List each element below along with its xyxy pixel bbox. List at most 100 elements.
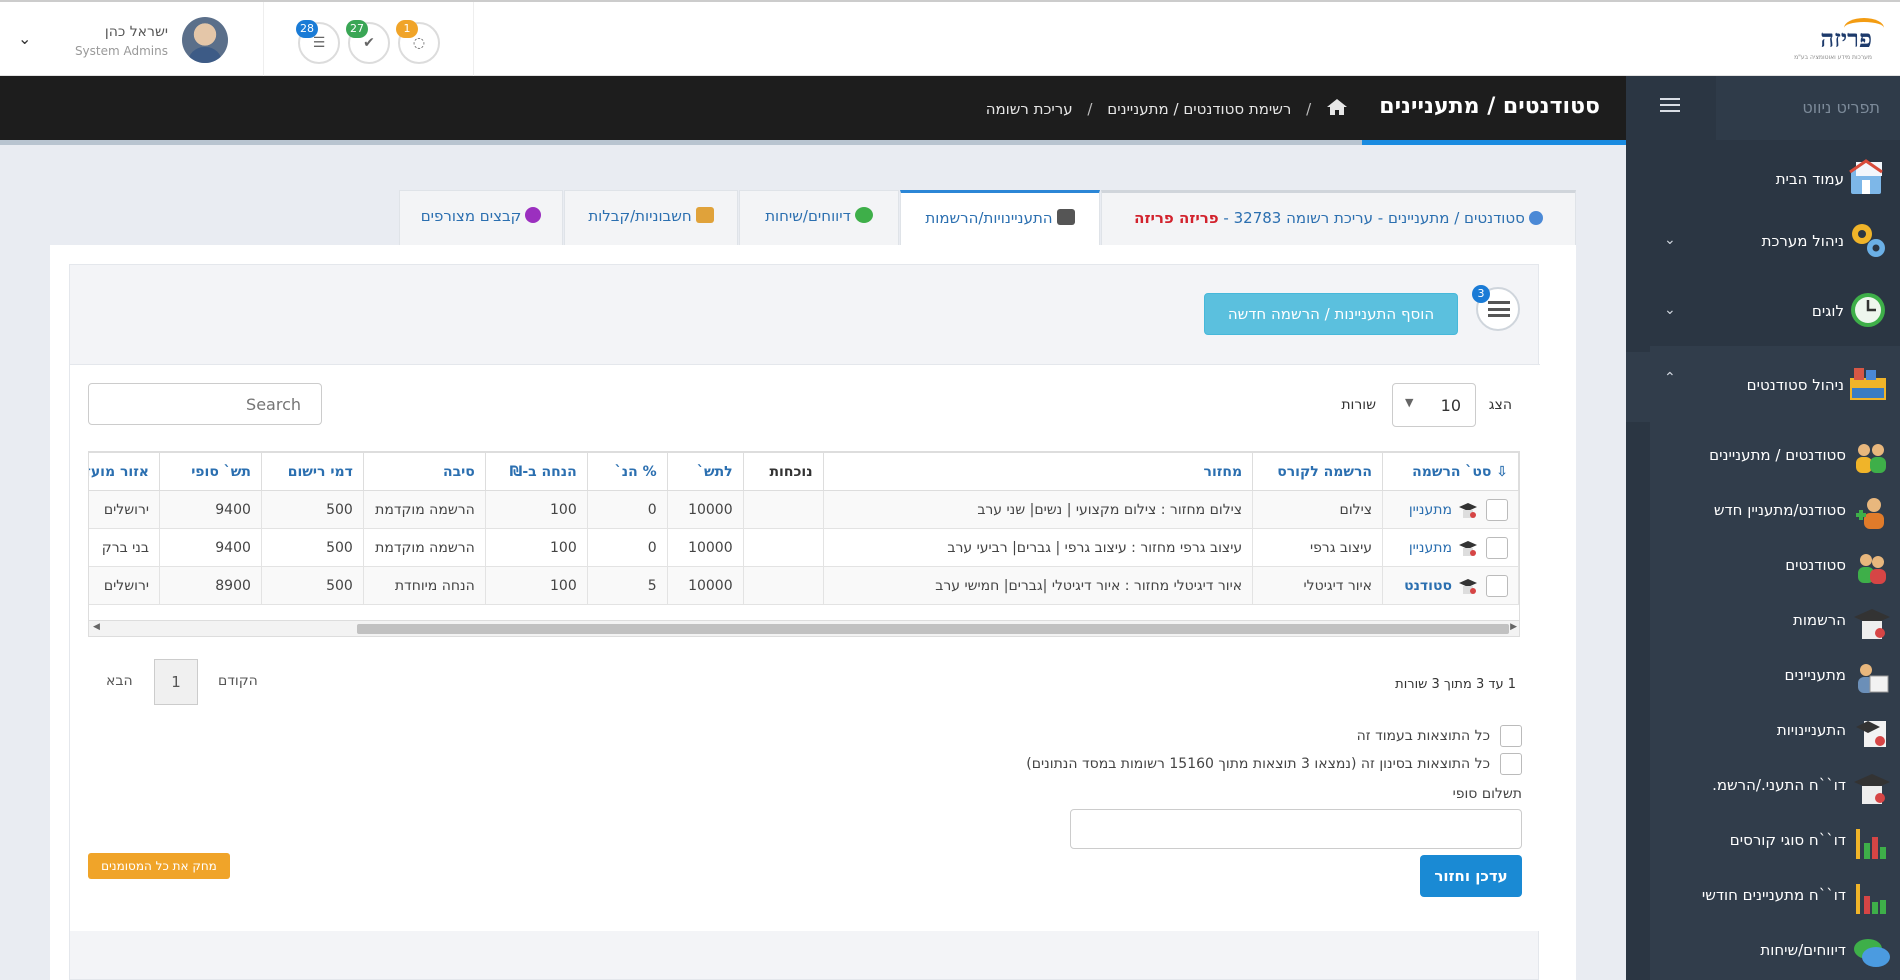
attachment-icon bbox=[525, 207, 542, 223]
pagination-next[interactable]: הבא bbox=[106, 673, 133, 689]
avatar[interactable] bbox=[182, 17, 228, 63]
money-icon bbox=[695, 207, 714, 223]
breadcrumb-list-link[interactable]: רשימת סטודנטים / מתעניינים bbox=[1107, 100, 1291, 118]
row-checkbox[interactable] bbox=[1486, 574, 1508, 597]
clock-icon bbox=[1851, 293, 1885, 327]
cell-final: 8900 bbox=[159, 566, 262, 605]
chevron-down-icon[interactable]: ⌄ bbox=[1664, 232, 1676, 248]
cell-final: 9400 bbox=[159, 490, 262, 529]
scroll-right-icon[interactable]: ▶ bbox=[1510, 622, 1517, 632]
tab-reports[interactable]: דיווחים/שיחות bbox=[739, 190, 899, 245]
sidebar-item-students-management[interactable]: ניהול סטודנטים ⌃ bbox=[1626, 352, 1900, 422]
sidebar-subitem-new-student[interactable]: סטודנט/מתעניין חדש bbox=[1650, 485, 1900, 540]
col-percent[interactable]: % הנ` bbox=[586, 452, 668, 491]
sidebar-item-label: לוגים bbox=[1811, 302, 1844, 320]
save-return-button[interactable]: עדכן וחזור bbox=[1420, 855, 1522, 897]
col-status[interactable]: ⇩ סט` הרשמה bbox=[1382, 452, 1519, 491]
sidebar-subitem-interests[interactable]: התעניינויות bbox=[1650, 705, 1900, 760]
sidebar-subitem-calls[interactable]: דיווחים/שיחות bbox=[1650, 925, 1900, 980]
pending-button[interactable]: 1 ◌ bbox=[396, 20, 440, 64]
scrollbar-thumb[interactable] bbox=[357, 624, 1509, 634]
top-header: פריזה מערכות מידע ואוטומציה בע"מ ⌄ ישראל… bbox=[0, 0, 1900, 76]
scroll-left-icon[interactable]: ◀ bbox=[93, 622, 100, 632]
delete-selected-button[interactable]: מחק את כל המסומנים bbox=[88, 853, 230, 879]
page-title: סטודנטים / מתעניינים bbox=[1379, 94, 1600, 119]
rows-per-page-select[interactable]: 10 ▼ bbox=[1392, 383, 1476, 427]
pending-badge: 1 bbox=[396, 20, 418, 38]
toolbar: 3 הוסף התעניינות / הרשמה חדשה bbox=[70, 265, 1540, 365]
row-status-link[interactable]: מתעניין bbox=[1409, 540, 1452, 556]
add-interest-button[interactable]: הוסף התעניינות / הרשמה חדשה bbox=[1204, 293, 1458, 335]
sidebar-subitem-registrations[interactable]: הרשמות bbox=[1650, 595, 1900, 650]
table-section: הצג 10 ▼ שורות ⇩ סט` הרשמה הרשמה לקורס מ… bbox=[70, 365, 1540, 931]
student-cap-icon bbox=[1459, 502, 1477, 518]
sidebar-subitem-interest-report[interactable]: דו``ח התעני./הרשמ. bbox=[1650, 760, 1900, 815]
row-status-link[interactable]: סטודנט bbox=[1404, 578, 1452, 594]
sidebar-subitem-label: דו``ח סוגי קורסים bbox=[1729, 831, 1846, 849]
row-checkbox[interactable] bbox=[1486, 498, 1508, 521]
final-payment-input[interactable] bbox=[1070, 809, 1522, 849]
home-page-icon bbox=[1849, 159, 1883, 194]
sidebar-subitem-monthly-report[interactable]: דו``ח מתעניינים חודשי bbox=[1650, 870, 1900, 925]
cell-reason: הנחה מיוחדת bbox=[362, 566, 486, 605]
tasks-button[interactable]: 28 ☰ bbox=[296, 20, 340, 64]
tab-main-record[interactable]: סטודנטים / מתעניינים - עריכת רשומה 32783… bbox=[1101, 190, 1576, 245]
cell-reg-fee: 500 bbox=[260, 490, 364, 529]
home-icon[interactable] bbox=[1326, 98, 1348, 116]
list-button[interactable]: 3 bbox=[1472, 285, 1520, 331]
final-payment-label: תשלום סופי bbox=[1452, 786, 1522, 802]
sidebar-subitem-students-interested[interactable]: סטודנטים / מתעניינים bbox=[1650, 430, 1900, 485]
cell-discount: 100 bbox=[484, 566, 588, 605]
tab-interests[interactable]: התעניינויות/הרשמות bbox=[900, 190, 1100, 245]
col-reason[interactable]: סיבה bbox=[362, 452, 486, 491]
sidebar-subitem-label: התעניינויות bbox=[1776, 721, 1846, 739]
col-final[interactable]: תש` סופי bbox=[159, 452, 262, 491]
chevron-down-icon[interactable]: ⌄ bbox=[18, 29, 31, 48]
tab-files[interactable]: קבצים מצורפים bbox=[399, 190, 563, 245]
data-table: ⇩ סט` הרשמה הרשמה לקורס מחזור נוכחות לתש… bbox=[88, 451, 1520, 637]
interests-container: 3 הוסף התעניינות / הרשמה חדשה הצג 10 ▼ ש… bbox=[69, 264, 1540, 980]
sidebar-subitem-course-types-report[interactable]: דו``ח סוגי קורסים bbox=[1650, 815, 1900, 870]
col-discount[interactable]: הנחה ב-₪ bbox=[484, 452, 588, 491]
tab-invoices[interactable]: חשבוניות/קבלות bbox=[564, 190, 738, 245]
logo-text: פריזה bbox=[1820, 24, 1872, 53]
sidebar-toggle-button[interactable] bbox=[1626, 76, 1716, 140]
pagination-prev[interactable]: הקודם bbox=[218, 673, 258, 689]
cell-to-pay: 10000 bbox=[666, 566, 744, 605]
col-reg-fee[interactable]: דמי רישום bbox=[260, 452, 364, 491]
sidebar-search[interactable]: תפריט ניווט bbox=[1716, 76, 1900, 140]
select-filter-checkbox[interactable] bbox=[1500, 753, 1522, 775]
sidebar-subitem-label: דו``ח התעני./הרשמ. bbox=[1712, 776, 1846, 794]
sidebar-item-home[interactable]: עמוד הבית bbox=[1626, 146, 1900, 216]
user-menu[interactable]: ⌄ ישראל כהן System Admins bbox=[0, 2, 264, 76]
col-area[interactable]: אזור מועדן bbox=[89, 452, 160, 491]
tab-interests-label: התעניינויות/הרשמות bbox=[925, 209, 1053, 227]
select-page-checkbox[interactable] bbox=[1500, 725, 1522, 747]
col-to-pay[interactable]: לתש` bbox=[666, 452, 744, 491]
page-header-bar: סטודנטים / מתעניינים / רשימת סטודנטים / … bbox=[0, 76, 1626, 145]
col-course[interactable]: הרשמה לקורס bbox=[1252, 452, 1384, 491]
chevron-up-icon[interactable]: ⌃ bbox=[1664, 370, 1676, 386]
chevron-down-icon[interactable]: ⌄ bbox=[1664, 302, 1676, 318]
search-input[interactable] bbox=[88, 383, 322, 425]
cell-percent: 0 bbox=[586, 490, 668, 529]
sidebar-subitem-interested[interactable]: מתעניינים bbox=[1650, 650, 1900, 705]
horizontal-scrollbar[interactable]: ◀ ▶ bbox=[89, 620, 1519, 636]
table-info: 1 עד 3 מתוך 3 שורות bbox=[1395, 677, 1516, 692]
logo[interactable]: פריזה מערכות מידע ואוטומציה בע"מ bbox=[1794, 16, 1884, 62]
select-filter-label: כל התוצאות בסינון זה (נמצאו 3 תוצאות מתו… bbox=[1026, 756, 1490, 772]
record-name: פריזה פריזה bbox=[1134, 209, 1219, 227]
length-suffix: שורות bbox=[1341, 397, 1376, 413]
row-checkbox[interactable] bbox=[1486, 536, 1508, 559]
col-cycle[interactable]: מחזור bbox=[822, 452, 1254, 491]
sidebar-item-system[interactable]: ניהול מערכת ⌄ bbox=[1626, 208, 1900, 278]
gears-icon bbox=[1528, 211, 1543, 225]
sidebar-subitem-students[interactable]: סטודנטים bbox=[1650, 540, 1900, 595]
row-status-link[interactable]: מתעניין bbox=[1409, 502, 1452, 518]
approvals-button[interactable]: 27 ✔ bbox=[346, 20, 390, 64]
sidebar-subitem-label: סטודנט/מתעניין חדש bbox=[1713, 501, 1846, 519]
pagination-page[interactable]: 1 bbox=[154, 659, 198, 705]
table-header-row: ⇩ סט` הרשמה הרשמה לקורס מחזור נוכחות לתש… bbox=[89, 452, 1519, 491]
select-page-row: כל התוצאות בעמוד זה bbox=[1357, 725, 1522, 747]
sidebar-item-logs[interactable]: לוגים ⌄ bbox=[1626, 278, 1900, 348]
